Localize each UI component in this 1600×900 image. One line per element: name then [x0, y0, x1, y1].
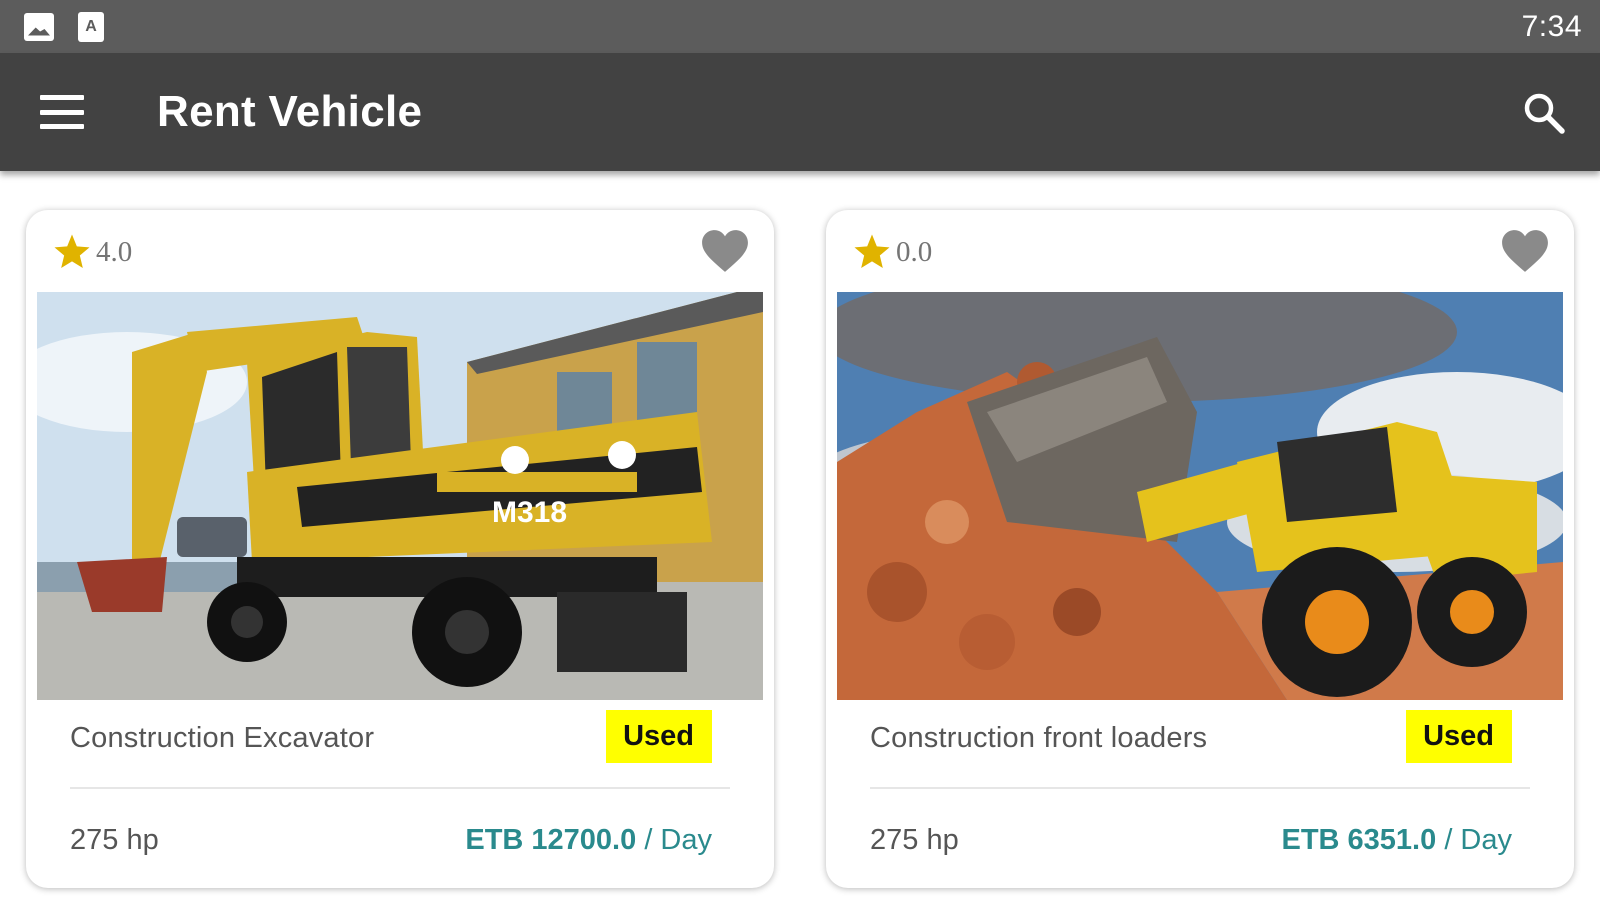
- hamburger-menu-icon[interactable]: [40, 95, 84, 129]
- condition-badge: Used: [606, 710, 712, 763]
- vehicle-price: ETB 12700.0 / Day: [465, 824, 712, 857]
- star-icon: [854, 234, 890, 268]
- excavator-model-text: M318: [492, 496, 567, 529]
- vehicle-price: ETB 6351.0 / Day: [1281, 824, 1512, 857]
- rating: 0.0: [852, 232, 932, 272]
- excavator-photo[interactable]: M318: [37, 292, 763, 700]
- rating-value: 4.0: [96, 235, 133, 268]
- rating: 4.0: [52, 232, 132, 272]
- vehicle-power: 275 hp: [70, 824, 159, 856]
- page-title: Rent Vehicle: [157, 87, 423, 136]
- vehicle-card[interactable]: 0.0 Construction front loaders Used 275 …: [826, 210, 1574, 888]
- status-time: 7:34: [1521, 9, 1582, 43]
- status-bar: A 7:34: [0, 0, 1600, 53]
- divider: [870, 787, 1530, 789]
- front-loader-photo[interactable]: [837, 292, 1563, 700]
- divider: [70, 787, 730, 789]
- price-unit: / Day: [1444, 824, 1512, 856]
- price-amount: ETB 6351.0: [1281, 824, 1437, 856]
- rating-value: 0.0: [896, 235, 933, 268]
- status-icons: A: [24, 11, 104, 42]
- vehicle-power: 275 hp: [870, 824, 959, 856]
- condition-badge: Used: [1406, 710, 1512, 763]
- price-amount: ETB 12700.0: [465, 824, 637, 856]
- image-notification-icon: [24, 12, 54, 41]
- vehicle-name: Construction Excavator: [70, 722, 375, 754]
- app-bar: Rent Vehicle: [0, 53, 1600, 171]
- search-icon[interactable]: [1522, 91, 1566, 135]
- star-icon: [54, 234, 90, 268]
- favorite-heart-icon[interactable]: [700, 228, 750, 274]
- vehicle-card[interactable]: 4.0 M318 Construction Excavator Used 275…: [26, 210, 774, 888]
- vehicle-name: Construction front loaders: [870, 722, 1208, 754]
- favorite-heart-icon[interactable]: [1500, 228, 1550, 274]
- text-notification-icon: A: [78, 11, 104, 42]
- price-unit: / Day: [644, 824, 712, 856]
